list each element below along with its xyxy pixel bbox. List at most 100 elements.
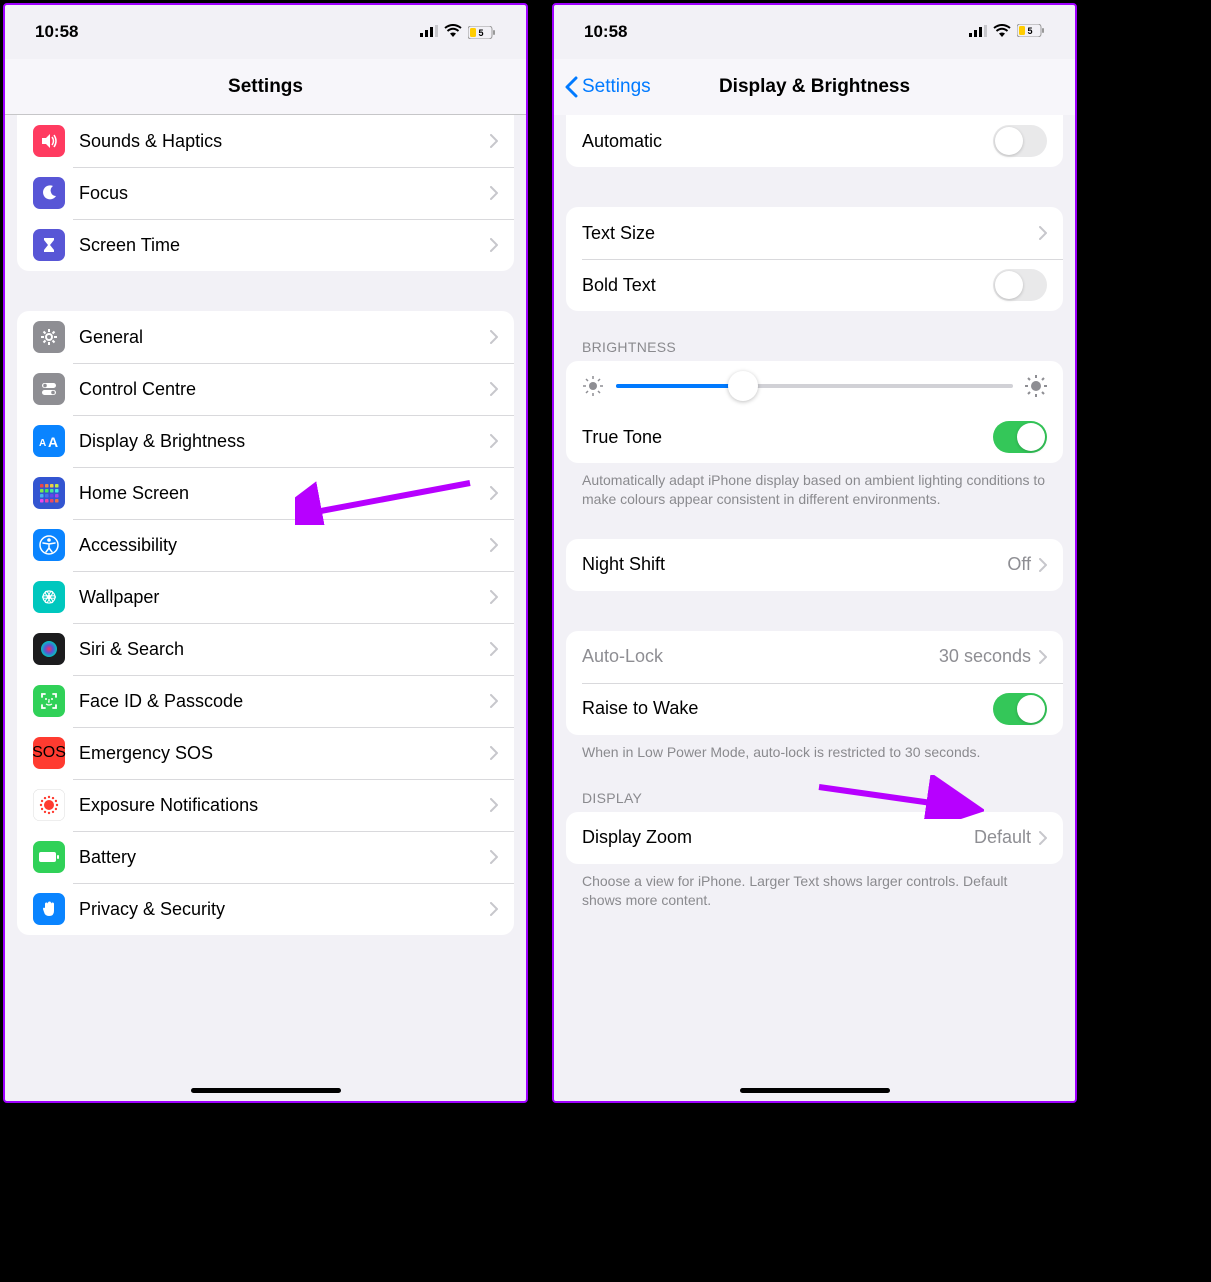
auto-lock-value: 30 seconds [939, 646, 1031, 667]
gear-icon [33, 321, 65, 353]
back-label: Settings [582, 76, 651, 98]
svg-text:5: 5 [1027, 26, 1032, 36]
home-indicator[interactable] [191, 1088, 341, 1093]
sun-min-icon [582, 375, 604, 397]
row-label: Face ID & Passcode [79, 691, 490, 712]
chevron-right-icon [1039, 650, 1047, 664]
text-size-row[interactable]: Text Size [566, 207, 1063, 259]
settings-row-sounds-haptics[interactable]: Sounds & Haptics [17, 115, 514, 167]
text-group: Text Size Bold Text [566, 207, 1063, 311]
row-label: Focus [79, 183, 490, 204]
settings-row-face-id-passcode[interactable]: Face ID & Passcode [17, 675, 514, 727]
hourglass-icon [33, 229, 65, 261]
settings-row-focus[interactable]: Focus [17, 167, 514, 219]
chevron-right-icon [1039, 558, 1047, 572]
display-header: DISPLAY [582, 790, 1047, 806]
chevron-right-icon [490, 850, 498, 864]
settings-row-wallpaper[interactable]: Wallpaper [17, 571, 514, 623]
brightness-slider-row [566, 361, 1063, 411]
exposure-icon [33, 789, 65, 821]
status-bar: 10:58 5 [5, 5, 526, 59]
bold-text-label: Bold Text [582, 275, 993, 296]
battery-icon: 5 [1017, 22, 1045, 42]
true-tone-toggle[interactable] [993, 421, 1047, 453]
nav-header: Settings Display & Brightness [554, 59, 1075, 115]
chevron-right-icon [490, 798, 498, 812]
text-size-label: Text Size [582, 223, 1039, 244]
brightness-slider[interactable] [616, 384, 1013, 388]
status-time: 10:58 [35, 22, 78, 42]
row-label: General [79, 327, 490, 348]
night-shift-group: Night Shift Off [566, 539, 1063, 591]
back-button[interactable]: Settings [564, 76, 651, 98]
true-tone-footer: Automatically adapt iPhone display based… [582, 471, 1047, 509]
automatic-label: Automatic [582, 131, 993, 152]
settings-row-accessibility[interactable]: Accessibility [17, 519, 514, 571]
chevron-right-icon [490, 694, 498, 708]
true-tone-label: True Tone [582, 427, 993, 448]
automatic-group: Automatic [566, 115, 1063, 167]
chevron-right-icon [490, 186, 498, 200]
settings-row-display-brightness[interactable]: AA Display & Brightness [17, 415, 514, 467]
settings-row-exposure-notifications[interactable]: Exposure Notifications [17, 779, 514, 831]
display-zoom-row[interactable]: Display Zoom Default [566, 812, 1063, 864]
display-brightness-screen: 10:58 5 Settings Display & Brightness Au… [552, 3, 1077, 1103]
sos-icon: SOS [33, 737, 65, 769]
brightness-header: BRIGHTNESS [582, 339, 1047, 355]
settings-row-home-screen[interactable]: Home Screen [17, 467, 514, 519]
accessibility-icon [33, 529, 65, 561]
svg-text:A: A [48, 434, 58, 450]
chevron-right-icon [490, 902, 498, 916]
raise-to-wake-toggle[interactable] [993, 693, 1047, 725]
hand-icon [33, 893, 65, 925]
raise-to-wake-label: Raise to Wake [582, 698, 993, 719]
svg-text:A: A [39, 438, 46, 449]
low-power-footer: When in Low Power Mode, auto-lock is res… [582, 743, 1047, 762]
true-tone-row[interactable]: True Tone [566, 411, 1063, 463]
chevron-right-icon [490, 746, 498, 760]
row-label: Accessibility [79, 535, 490, 556]
auto-lock-row[interactable]: Auto-Lock 30 seconds [566, 631, 1063, 683]
settings-row-privacy-security[interactable]: Privacy & Security [17, 883, 514, 935]
wallpaper-icon [33, 581, 65, 613]
faceid-icon [33, 685, 65, 717]
auto-lock-label: Auto-Lock [582, 646, 939, 667]
row-label: Home Screen [79, 483, 490, 504]
bold-text-row[interactable]: Bold Text [566, 259, 1063, 311]
moon-icon [33, 177, 65, 209]
automatic-toggle[interactable] [993, 125, 1047, 157]
aa-icon: AA [33, 425, 65, 457]
settings-group-2: General Control Centre AA Display & Brig… [17, 311, 514, 935]
raise-to-wake-row[interactable]: Raise to Wake [566, 683, 1063, 735]
row-label: Siri & Search [79, 639, 490, 660]
row-label: Control Centre [79, 379, 490, 400]
settings-row-emergency-sos[interactable]: SOS Emergency SOS [17, 727, 514, 779]
nav-header: Settings [5, 59, 526, 115]
settings-row-screen-time[interactable]: Screen Time [17, 219, 514, 271]
night-shift-row[interactable]: Night Shift Off [566, 539, 1063, 591]
sun-max-icon [1025, 375, 1047, 397]
grid-icon [33, 477, 65, 509]
display-content[interactable]: Automatic Text Size Bold Text BRIGHTNESS [554, 115, 1075, 1101]
chevron-right-icon [490, 590, 498, 604]
settings-row-general[interactable]: General [17, 311, 514, 363]
siri-icon [33, 633, 65, 665]
settings-content[interactable]: Sounds & Haptics Focus Screen Time Gener… [5, 115, 526, 1101]
automatic-row[interactable]: Automatic [566, 115, 1063, 167]
page-title: Display & Brightness [719, 76, 910, 98]
status-icons: 5 [969, 22, 1045, 42]
chevron-right-icon [1039, 226, 1047, 240]
night-shift-value: Off [1007, 554, 1031, 575]
home-indicator[interactable] [740, 1088, 890, 1093]
settings-row-control-centre[interactable]: Control Centre [17, 363, 514, 415]
chevron-right-icon [490, 486, 498, 500]
settings-row-siri-search[interactable]: Siri & Search [17, 623, 514, 675]
chevron-right-icon [490, 134, 498, 148]
cellular-icon [420, 22, 438, 42]
bold-text-toggle[interactable] [993, 269, 1047, 301]
chevron-right-icon [490, 330, 498, 344]
settings-row-battery[interactable]: Battery [17, 831, 514, 883]
chevron-right-icon [1039, 831, 1047, 845]
svg-text:5: 5 [478, 28, 483, 38]
brightness-group: True Tone [566, 361, 1063, 463]
